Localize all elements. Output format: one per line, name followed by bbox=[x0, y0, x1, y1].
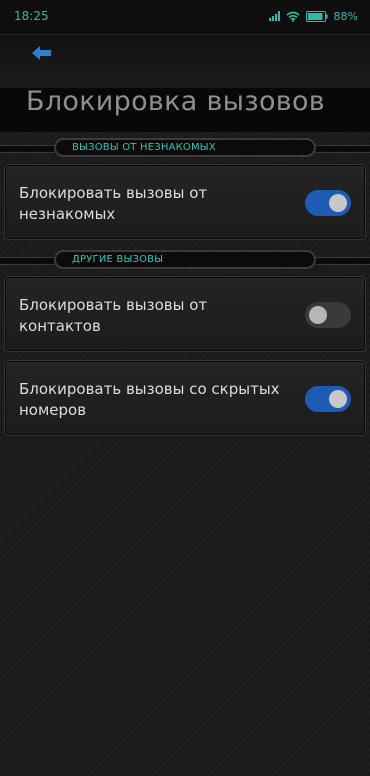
toggle-block-hidden[interactable] bbox=[305, 386, 351, 412]
toggle-knob bbox=[329, 194, 347, 212]
section-title: ВЫЗОВЫ ОТ НЕЗНАКОМЫХ bbox=[72, 142, 216, 153]
back-button[interactable] bbox=[28, 43, 56, 67]
section-divider bbox=[316, 257, 370, 265]
section-title: ДРУГИЕ ВЫЗОВЫ bbox=[72, 254, 164, 265]
battery-icon bbox=[305, 10, 328, 22]
toggle-knob bbox=[309, 306, 327, 324]
arrow-left-icon bbox=[31, 45, 53, 65]
status-icons: 88% bbox=[268, 8, 358, 24]
section-divider bbox=[0, 145, 54, 153]
section-divider bbox=[0, 257, 54, 265]
setting-block-hidden[interactable]: Блокировать вызовы со скрытых номеров bbox=[4, 360, 366, 436]
section-divider bbox=[316, 145, 370, 153]
page-title: Блокировка вызовов bbox=[26, 86, 326, 117]
setting-block-unknown[interactable]: Блокировать вызовы от незнакомых bbox=[4, 164, 366, 240]
setting-label: Блокировать вызовы от незнакомых bbox=[19, 184, 208, 223]
setting-label: Блокировать вызовы от контактов bbox=[19, 296, 208, 335]
battery-percent: 88% bbox=[333, 9, 358, 23]
section-header-unknown: ВЫЗОВЫ ОТ НЕЗНАКОМЫХ bbox=[0, 137, 370, 159]
setting-block-contacts[interactable]: Блокировать вызовы от контактов bbox=[4, 276, 366, 352]
signal-icon bbox=[268, 11, 280, 21]
status-time: 18:25 bbox=[14, 9, 49, 23]
toggle-block-contacts[interactable] bbox=[305, 302, 351, 328]
setting-label: Блокировать вызовы со скрытых номеров bbox=[19, 380, 280, 419]
wifi-icon bbox=[286, 11, 300, 22]
toolbar bbox=[0, 34, 370, 89]
section-plate: ДРУГИЕ ВЫЗОВЫ bbox=[54, 250, 316, 269]
toggle-block-unknown[interactable] bbox=[305, 190, 351, 216]
section-plate: ВЫЗОВЫ ОТ НЕЗНАКОМЫХ bbox=[54, 138, 316, 157]
toggle-knob bbox=[329, 390, 347, 408]
section-header-other: ДРУГИЕ ВЫЗОВЫ bbox=[0, 249, 370, 271]
status-bar: 18:25 88% bbox=[0, 0, 370, 34]
